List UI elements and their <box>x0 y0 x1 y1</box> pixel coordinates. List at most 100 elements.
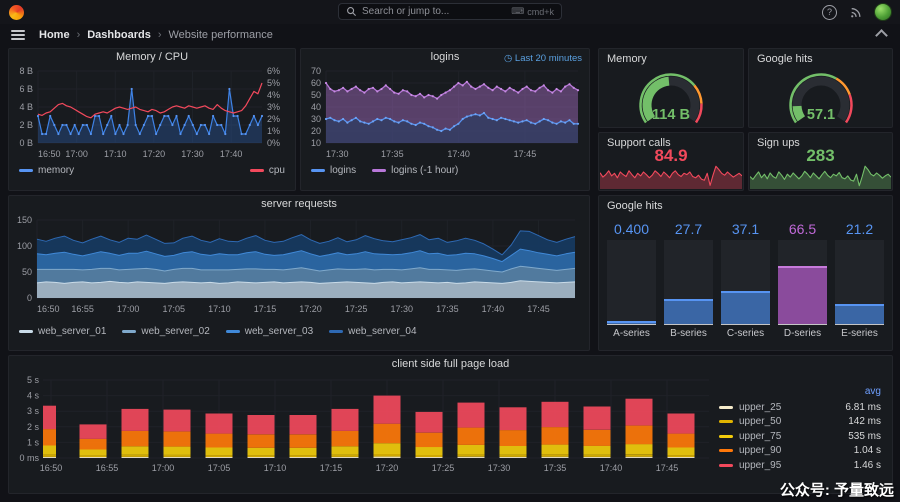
legend-item[interactable]: logins <box>311 165 356 176</box>
bar-gauge-track[interactable] <box>778 240 827 324</box>
svg-text:17:30: 17:30 <box>181 149 204 159</box>
panel-title[interactable]: server requests <box>9 196 589 212</box>
svg-text:17:20: 17:20 <box>299 304 322 314</box>
bar-gauge-label: C-series <box>721 324 770 342</box>
search-input[interactable]: Search or jump to... ⌨ cmd+k <box>338 3 562 20</box>
breadcrumb-home[interactable]: Home <box>39 29 70 41</box>
panel-title[interactable]: Memory / CPU <box>9 49 295 65</box>
news-rss-icon[interactable] <box>849 6 862 19</box>
grafana-logo-icon[interactable] <box>9 4 24 20</box>
legend-item[interactable]: web_server_04 <box>329 326 417 337</box>
svg-text:57.1: 57.1 <box>806 107 834 123</box>
bar-gauge-track[interactable] <box>721 240 770 324</box>
svg-text:17:45: 17:45 <box>656 463 679 473</box>
nav-icons: ? <box>822 0 892 24</box>
svg-text:17:15: 17:15 <box>254 304 277 314</box>
svg-text:16:50: 16:50 <box>38 149 61 159</box>
bar-gauge-value: 0.400 <box>613 221 650 237</box>
panel-title[interactable]: Google hits <box>757 53 813 65</box>
stat-value: 84.9 <box>654 146 688 165</box>
user-avatar[interactable] <box>874 3 892 21</box>
memory-cpu-chart[interactable]: 0 B 2 B 4 B 6 B 8 B 0% 1% 2% 3% 4% 5% 6% 16:50 17:00 1… <box>10 65 294 163</box>
menu-toggle-icon[interactable] <box>11 28 25 42</box>
svg-text:10: 10 <box>311 138 321 148</box>
bar-gauge-track[interactable] <box>664 240 713 324</box>
legend-item[interactable]: web_server_01 <box>19 326 106 337</box>
legend-item[interactable]: cpu <box>249 165 285 176</box>
bar-gauge-labels: A-series B-series C-series D-series E-series <box>599 324 892 342</box>
search-shortcut: ⌨ cmd+k <box>511 6 554 17</box>
watermark-text: 公众号: 予量致远 <box>779 482 894 499</box>
svg-text:17:05: 17:05 <box>208 463 231 473</box>
svg-text:17:25: 17:25 <box>345 304 368 314</box>
legend-item[interactable]: memory <box>19 165 74 176</box>
svg-text:2%: 2% <box>267 114 280 124</box>
bar-gauge-label: E-series <box>835 324 884 342</box>
legend-item[interactable]: logins (-1 hour) <box>372 165 458 176</box>
svg-text:17:40: 17:40 <box>220 149 243 159</box>
panel-title[interactable]: Google hits <box>607 200 663 212</box>
bar-gauge-value: 27.7 <box>674 221 703 237</box>
svg-text:17:20: 17:20 <box>143 149 166 159</box>
server-requests-chart[interactable]: 0 50 100 150 16:50 16:55 17:00 17:05 17:10 17:15 1… <box>9 212 587 324</box>
svg-text:17:25: 17:25 <box>432 463 455 473</box>
chart-legend: web_server_01 web_server_02 web_server_03 w… <box>9 324 589 337</box>
legend-item[interactable]: upper_90 1.04 s <box>719 444 881 459</box>
svg-text:17:30: 17:30 <box>488 463 511 473</box>
svg-text:17:00: 17:00 <box>152 463 175 473</box>
google-hits-gauge: 57.1 <box>788 73 853 124</box>
legend-item[interactable]: upper_50 142 ms <box>719 415 881 430</box>
breadcrumb-dashboards[interactable]: Dashboards <box>87 29 151 41</box>
svg-text:17:45: 17:45 <box>514 149 537 159</box>
svg-text:30: 30 <box>311 114 321 124</box>
breadcrumb-separator: › <box>157 29 162 41</box>
bar-gauge-values: 0.400 27.7 37.1 66.5 21.2 <box>599 216 892 240</box>
clock-icon: ◷ <box>503 53 513 64</box>
legend-item[interactable]: upper_25 6.81 ms <box>719 400 881 415</box>
legend-item[interactable]: web_server_03 <box>225 326 313 337</box>
svg-text:17:40: 17:40 <box>482 304 505 314</box>
bar-gauge-track[interactable] <box>835 240 884 324</box>
svg-text:20: 20 <box>311 126 321 136</box>
bar-gauge-fill <box>607 320 656 324</box>
svg-text:17:10: 17:10 <box>104 149 127 159</box>
bar-gauge-label: D-series <box>778 324 827 342</box>
svg-text:70: 70 <box>311 66 321 76</box>
time-range-label[interactable]: ◷ Last 20 minutes <box>504 53 582 64</box>
svg-text:17:05: 17:05 <box>163 304 186 314</box>
svg-text:6 B: 6 B <box>19 84 33 94</box>
bar-gauge-track[interactable] <box>607 240 656 324</box>
legend-item[interactable]: upper_75 535 ms <box>719 429 881 444</box>
bar-gauge-value: 37.1 <box>731 221 760 237</box>
legend-item[interactable]: upper_95 1.46 s <box>719 458 881 473</box>
panel-memory-cpu: Memory / CPU 0 B 2 B 4 B 6 B 8 B 0% 1% 2% 3% 4% 5%… <box>8 48 296 191</box>
svg-text:17:00: 17:00 <box>117 304 140 314</box>
svg-text:6%: 6% <box>267 66 280 76</box>
svg-text:17:20: 17:20 <box>376 463 399 473</box>
svg-text:17:40: 17:40 <box>447 149 470 159</box>
bar-gauge-value: 66.5 <box>788 221 817 237</box>
svg-text:114 B: 114 B <box>652 107 690 123</box>
svg-text:2 B: 2 B <box>19 120 33 130</box>
svg-text:16:55: 16:55 <box>96 463 119 473</box>
panel-title[interactable]: Memory <box>607 53 647 65</box>
bar-gauge-fill <box>721 290 770 324</box>
client-load-chart[interactable]: 0 ms 1 s 2 s 3 s 4 s 5 s 16:50 16:55 17:00 17:05 1… <box>9 372 719 484</box>
help-icon[interactable]: ? <box>822 4 837 20</box>
bar-gauge-bars <box>599 240 892 324</box>
panel-title[interactable]: client side full page load <box>9 356 892 372</box>
panel-memory-gauge: Memory 114 B <box>598 48 744 128</box>
bar-gauge-label: B-series <box>664 324 713 342</box>
svg-text:0 B: 0 B <box>19 138 33 148</box>
svg-text:17:15: 17:15 <box>320 463 343 473</box>
stat-value: 283 <box>806 146 835 165</box>
svg-text:17:10: 17:10 <box>264 463 287 473</box>
svg-text:16:50: 16:50 <box>40 463 63 473</box>
svg-text:0: 0 <box>27 293 32 303</box>
bar-gauge-fill <box>778 266 827 324</box>
svg-text:3%: 3% <box>267 102 280 112</box>
logins-chart[interactable]: 10 20 30 40 50 60 70 17:30 17:35 17:40 17:45 <box>302 65 588 163</box>
legend-item[interactable]: web_server_02 <box>122 326 210 337</box>
panel-sign-ups: Sign ups 283 <box>748 132 893 191</box>
svg-text:50: 50 <box>22 267 32 277</box>
